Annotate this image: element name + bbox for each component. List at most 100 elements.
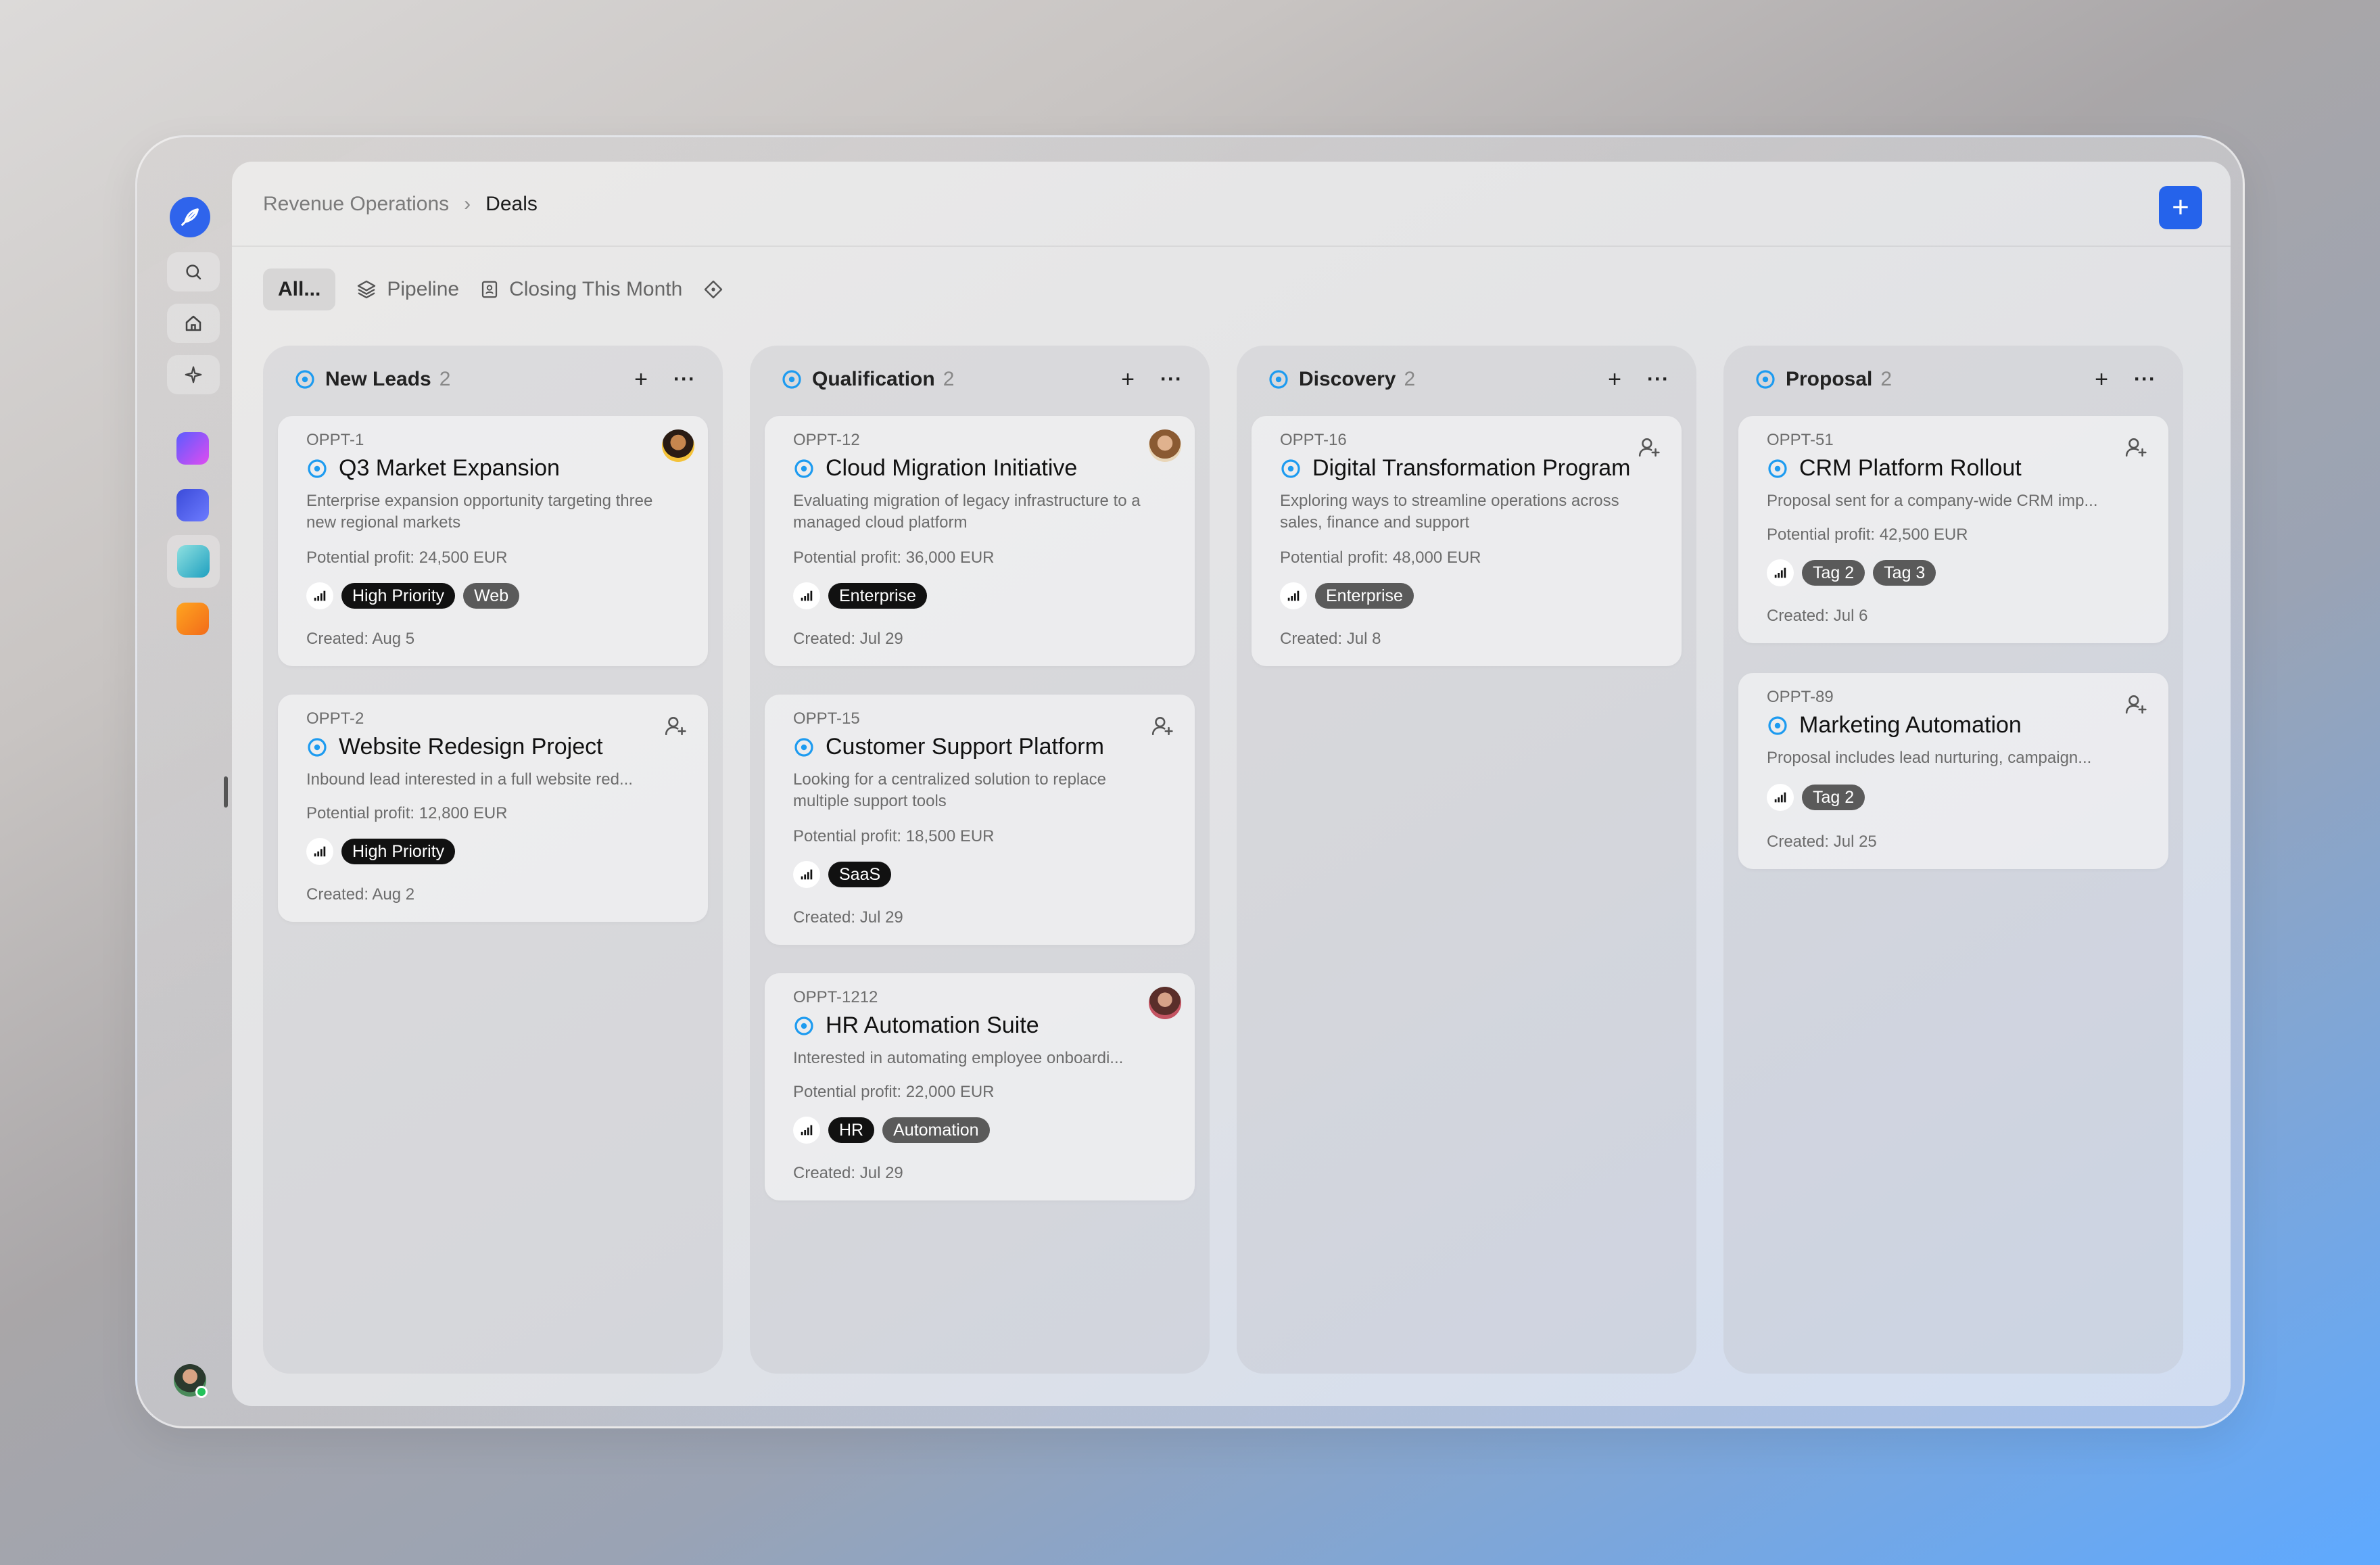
card-profit: Potential profit: 36,000 EUR <box>793 548 995 567</box>
tag[interactable]: Enterprise <box>1315 583 1414 609</box>
assign-user-icon[interactable] <box>1147 711 1177 741</box>
column-title: Proposal <box>1786 368 1873 390</box>
tag[interactable]: High Priority <box>341 839 456 864</box>
status-icon <box>1767 715 1788 737</box>
card-title: CRM Platform Rollout <box>1799 455 2022 481</box>
column-new-leads: New Leads 2 + ··· OPPT-1 Q3 Market Expan… <box>263 346 723 1374</box>
card-created: Created: Aug 5 <box>306 630 415 648</box>
status-icon <box>1755 369 1776 390</box>
tag-list: Tag 2 <box>1767 784 1865 811</box>
deal-card[interactable]: OPPT-89 Marketing Automation Proposal in… <box>1738 673 2168 869</box>
add-card-button[interactable]: + <box>1121 368 1135 391</box>
card-id: OPPT-89 <box>1767 688 1834 706</box>
card-title: Customer Support Platform <box>826 734 1104 760</box>
assign-user-icon[interactable] <box>2121 432 2151 462</box>
assign-user-icon[interactable] <box>661 711 690 741</box>
card-profit: Potential profit: 24,500 EUR <box>306 548 508 567</box>
card-id: OPPT-15 <box>793 709 860 728</box>
card-title: Marketing Automation <box>1799 712 2022 738</box>
presence-indicator <box>195 1386 208 1398</box>
avatar[interactable] <box>662 429 694 462</box>
avatar[interactable] <box>1149 987 1181 1019</box>
tag[interactable]: Enterprise <box>828 583 927 609</box>
chevron-right-icon: › <box>464 193 471 215</box>
tab-all[interactable]: All... <box>263 268 336 310</box>
more-icon[interactable]: ··· <box>673 368 696 391</box>
search-icon[interactable] <box>167 252 220 291</box>
add-card-button[interactable]: + <box>2095 368 2108 391</box>
main-panel: Revenue Operations › Deals + All... Pipe… <box>232 162 2231 1406</box>
add-card-button[interactable]: + <box>1608 368 1621 391</box>
sparkle-icon[interactable] <box>167 355 220 394</box>
breadcrumb-parent[interactable]: Revenue Operations <box>263 193 449 216</box>
home-icon[interactable] <box>167 304 220 343</box>
deal-card[interactable]: OPPT-1 Q3 Market Expansion Enterprise ex… <box>278 416 708 666</box>
priority-signal-icon[interactable] <box>793 861 820 888</box>
tag-list: Tag 2 Tag 3 <box>1767 559 1936 586</box>
more-icon[interactable]: ··· <box>1160 368 1183 391</box>
tag-list: High Priority Web <box>306 582 520 609</box>
tab-closing-this-month[interactable]: Closing This Month <box>479 278 682 301</box>
column-count: 2 <box>1880 368 1893 390</box>
deal-card[interactable]: OPPT-51 CRM Platform Rollout Proposal se… <box>1738 416 2168 643</box>
card-title: Q3 Market Expansion <box>339 455 560 481</box>
priority-signal-icon[interactable] <box>793 1117 820 1144</box>
card-profit: Potential profit: 48,000 EUR <box>1280 548 1481 567</box>
assign-user-icon[interactable] <box>1634 432 1664 462</box>
tag[interactable]: Automation <box>882 1117 990 1143</box>
tag[interactable]: High Priority <box>341 583 456 609</box>
deal-card[interactable]: OPPT-15 Customer Support Platform Lookin… <box>765 695 1195 945</box>
status-icon <box>793 1015 815 1037</box>
column-title: Qualification <box>812 368 935 390</box>
avatar[interactable] <box>174 1364 208 1398</box>
priority-signal-icon[interactable] <box>306 838 333 865</box>
add-card-button[interactable]: + <box>634 368 648 391</box>
tag[interactable]: SaaS <box>828 862 892 887</box>
deal-card[interactable]: OPPT-16 Digital Transformation Program E… <box>1252 416 1682 666</box>
layers-icon <box>358 280 376 299</box>
card-created: Created: Jul 29 <box>793 908 903 927</box>
card-id: OPPT-1 <box>306 431 364 449</box>
card-id: OPPT-1212 <box>793 988 878 1006</box>
add-deal-button[interactable]: + <box>2159 186 2202 229</box>
resize-handle[interactable] <box>224 776 228 808</box>
assign-user-icon[interactable] <box>2121 689 2151 719</box>
feather-logo-icon[interactable] <box>170 197 210 237</box>
card-profit: Potential profit: 22,000 EUR <box>793 1083 995 1101</box>
app-orange-icon[interactable] <box>176 603 209 635</box>
priority-signal-icon[interactable] <box>306 582 333 609</box>
app-window: Revenue Operations › Deals + All... Pipe… <box>135 135 2245 1428</box>
deal-card[interactable]: OPPT-12 Cloud Migration Initiative Evalu… <box>765 416 1195 666</box>
tag[interactable]: Web <box>463 583 520 609</box>
tag[interactable]: Tag 2 <box>1802 560 1865 586</box>
app-teal-icon <box>177 545 210 578</box>
icon-rail <box>153 164 220 1403</box>
card-title: Digital Transformation Program <box>1312 455 1631 481</box>
more-icon[interactable]: ··· <box>2134 368 2156 391</box>
priority-signal-icon[interactable] <box>1280 582 1307 609</box>
priority-signal-icon[interactable] <box>1767 784 1794 811</box>
column-header: Discovery 2 + ··· <box>1268 366 1669 393</box>
status-icon <box>1767 458 1788 480</box>
column-count: 2 <box>1404 368 1416 390</box>
deal-card[interactable]: OPPT-2 Website Redesign Project Inbound … <box>278 695 708 922</box>
app-ai-icon[interactable] <box>176 489 209 521</box>
tag[interactable]: Tag 3 <box>1873 560 1936 586</box>
card-title: Cloud Migration Initiative <box>826 455 1078 481</box>
app-active-slot[interactable] <box>167 535 220 588</box>
avatar[interactable] <box>1149 429 1181 462</box>
card-id: OPPT-16 <box>1280 431 1347 449</box>
tag[interactable]: Tag 2 <box>1802 785 1865 810</box>
card-title: HR Automation Suite <box>826 1012 1039 1038</box>
more-icon[interactable]: ··· <box>1647 368 1669 391</box>
more-views-button[interactable] <box>703 279 734 300</box>
column-header: New Leads 2 + ··· <box>294 366 696 393</box>
priority-signal-icon[interactable] <box>793 582 820 609</box>
tag[interactable]: HR <box>828 1117 875 1143</box>
card-description: Evaluating migration of legacy infrastru… <box>793 492 1141 532</box>
priority-signal-icon[interactable] <box>1767 559 1794 586</box>
tab-pipeline[interactable]: Pipeline <box>356 278 459 301</box>
deal-card[interactable]: OPPT-1212 HR Automation Suite Interested… <box>765 973 1195 1200</box>
app-purple-icon[interactable] <box>176 432 209 465</box>
column-qualification: Qualification 2 + ··· OPPT-12 Cloud Migr… <box>750 346 1210 1374</box>
